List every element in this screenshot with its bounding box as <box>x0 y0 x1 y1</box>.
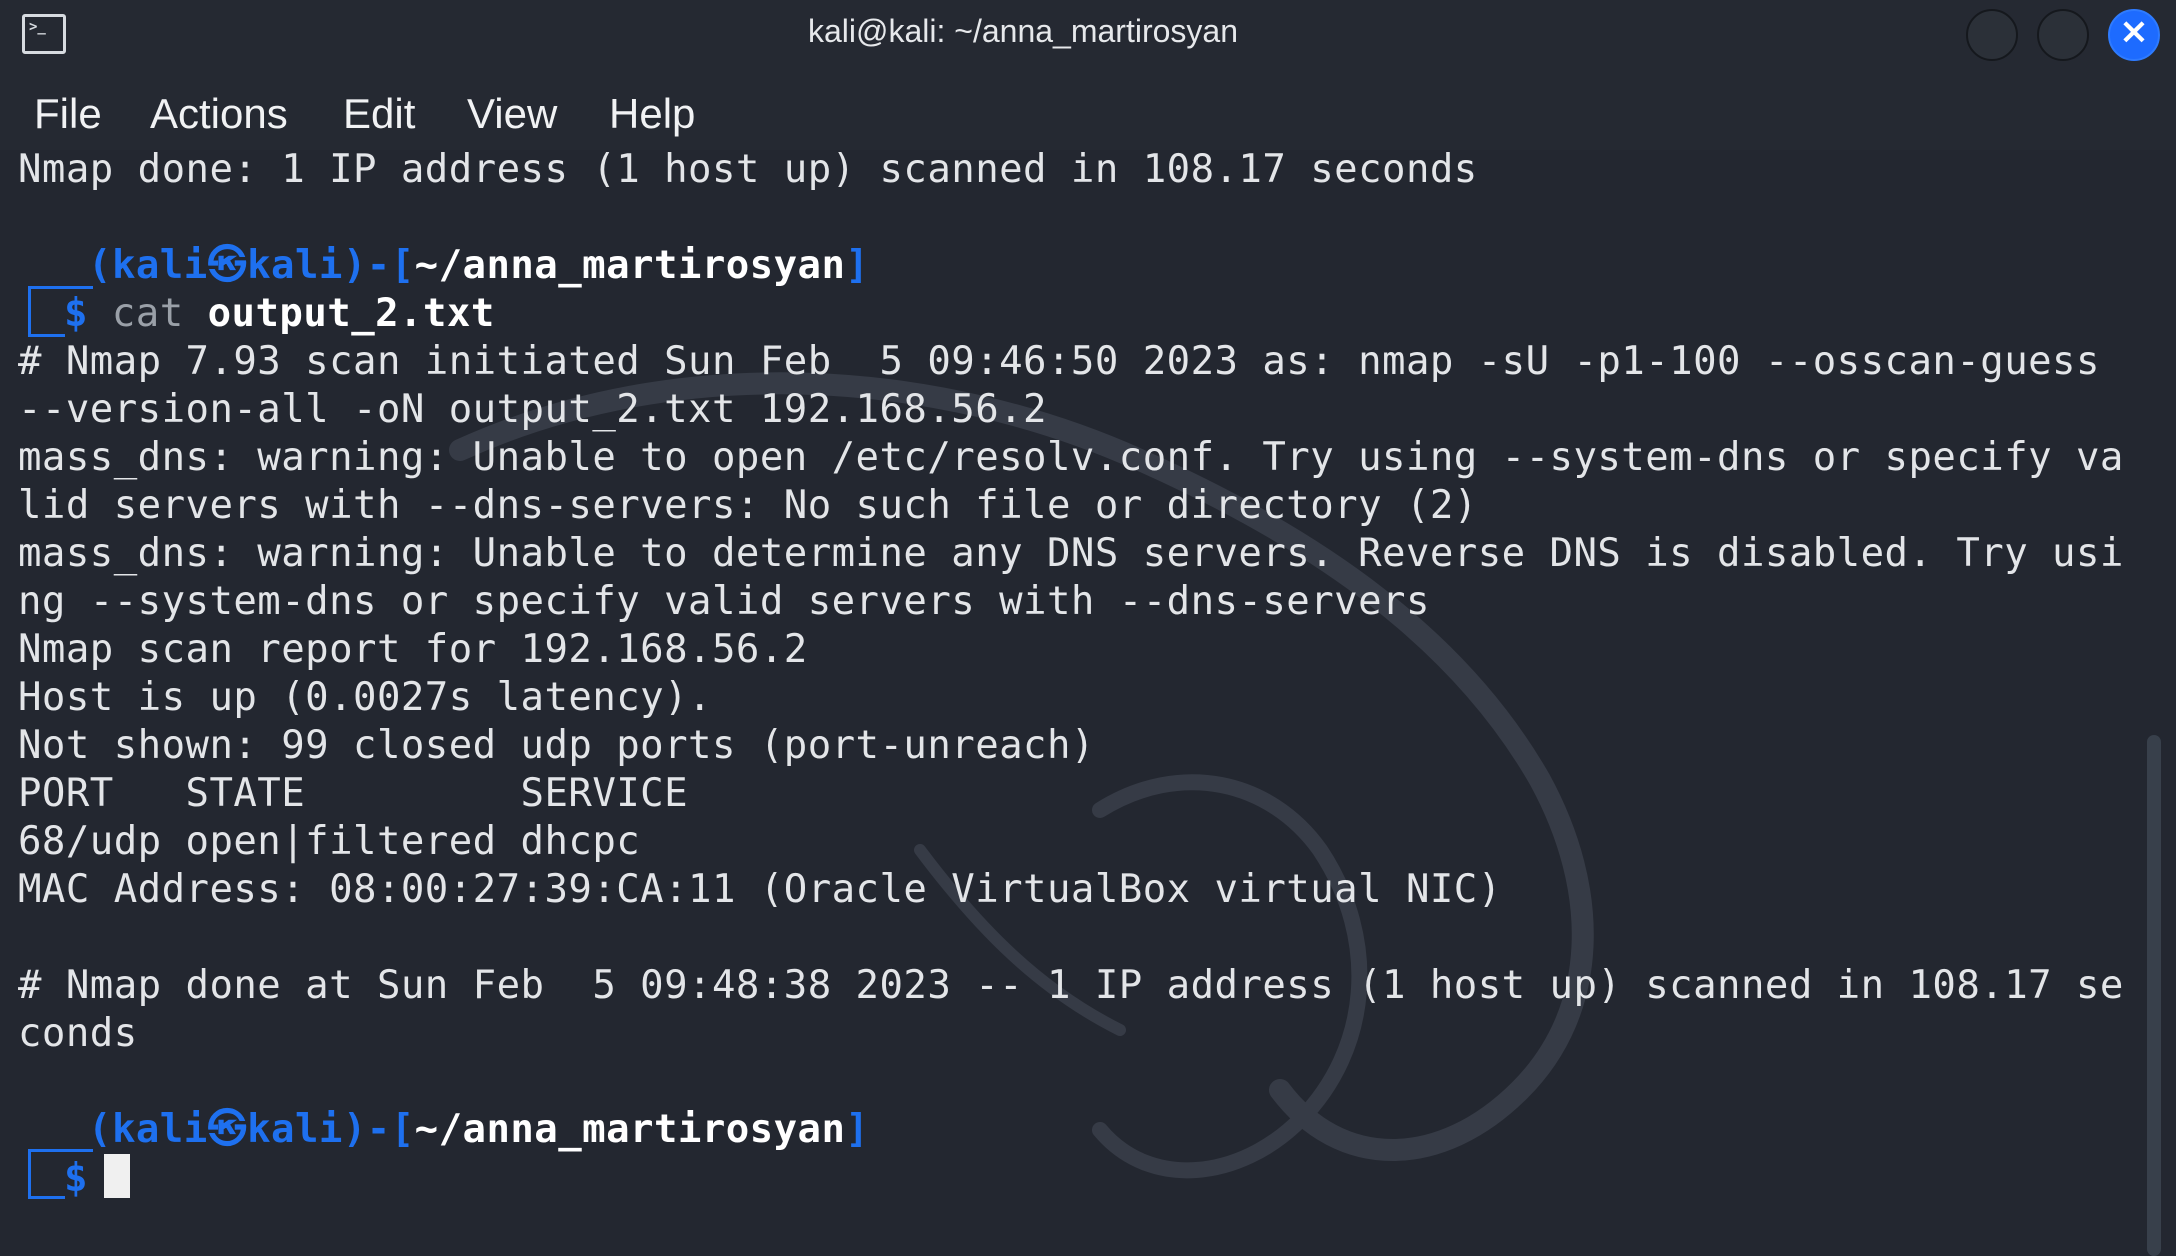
output-line: Nmap scan report for 192.168.56.2 <box>18 627 808 672</box>
menu-file[interactable]: File <box>34 90 102 138</box>
minimize-button[interactable] <box>1966 9 2018 61</box>
output-line: Host is up (0.0027s latency). <box>18 675 712 720</box>
output-line: mass_dns: warning: Unable to determine a… <box>18 531 2124 576</box>
output-line: MAC Address: 08:00:27:39:CA:11 (Oracle V… <box>18 867 1502 912</box>
prompt-corner-bottom <box>28 316 65 337</box>
terminal-window: >_ kali@kali: ~/anna_martirosyan × File … <box>0 0 2176 1256</box>
prompt-header: (kali㉿kali)-[~/anna_martirosyan] <box>88 243 870 288</box>
title-bar[interactable]: >_ kali@kali: ~/anna_martirosyan × <box>0 0 2176 68</box>
prompt-corner-bottom <box>28 1178 65 1199</box>
output-line: # Nmap 7.93 scan initiated Sun Feb 5 09:… <box>18 339 2100 384</box>
command-line: $ cat output_2.txt <box>64 291 495 336</box>
window-title: kali@kali: ~/anna_martirosyan <box>807 13 1238 49</box>
text-cursor <box>103 1154 130 1198</box>
terminal-output[interactable]: Nmap done: 1 IP address (1 host up) scan… <box>0 147 2176 1256</box>
terminal-line: Nmap done: 1 IP address (1 host up) scan… <box>18 147 1478 192</box>
output-line: 68/udp open|filtered dhcpc <box>18 819 641 864</box>
output-line: --version-all -oN output_2.txt 192.168.5… <box>18 387 1047 432</box>
maximize-button[interactable] <box>2037 9 2089 61</box>
output-line: PORT STATE SERVICE <box>18 771 689 816</box>
output-line: # Nmap done at Sun Feb 5 09:48:38 2023 -… <box>18 963 2124 1008</box>
prompt-header: (kali㉿kali)-[~/anna_martirosyan] <box>88 1107 870 1152</box>
menu-bar: File Actions Edit View Help <box>0 68 2176 151</box>
output-line: Not shown: 99 closed udp ports (port-unr… <box>18 723 1095 768</box>
menu-help[interactable]: Help <box>609 90 695 138</box>
menu-view[interactable]: View <box>467 90 557 138</box>
menu-actions[interactable]: Actions <box>150 90 288 138</box>
input-line[interactable]: $ <box>64 1154 130 1203</box>
close-button[interactable]: × <box>2108 9 2160 61</box>
output-line: mass_dns: warning: Unable to open /etc/r… <box>18 435 2124 480</box>
scrollbar-thumb[interactable] <box>2147 735 2161 1256</box>
close-icon: × <box>2118 11 2150 52</box>
output-line: lid servers with --dns-servers: No such … <box>18 483 1478 528</box>
output-line: conds <box>18 1011 138 1056</box>
output-line: ng --system-dns or specify valid servers… <box>18 579 1430 624</box>
menu-edit[interactable]: Edit <box>343 90 415 138</box>
